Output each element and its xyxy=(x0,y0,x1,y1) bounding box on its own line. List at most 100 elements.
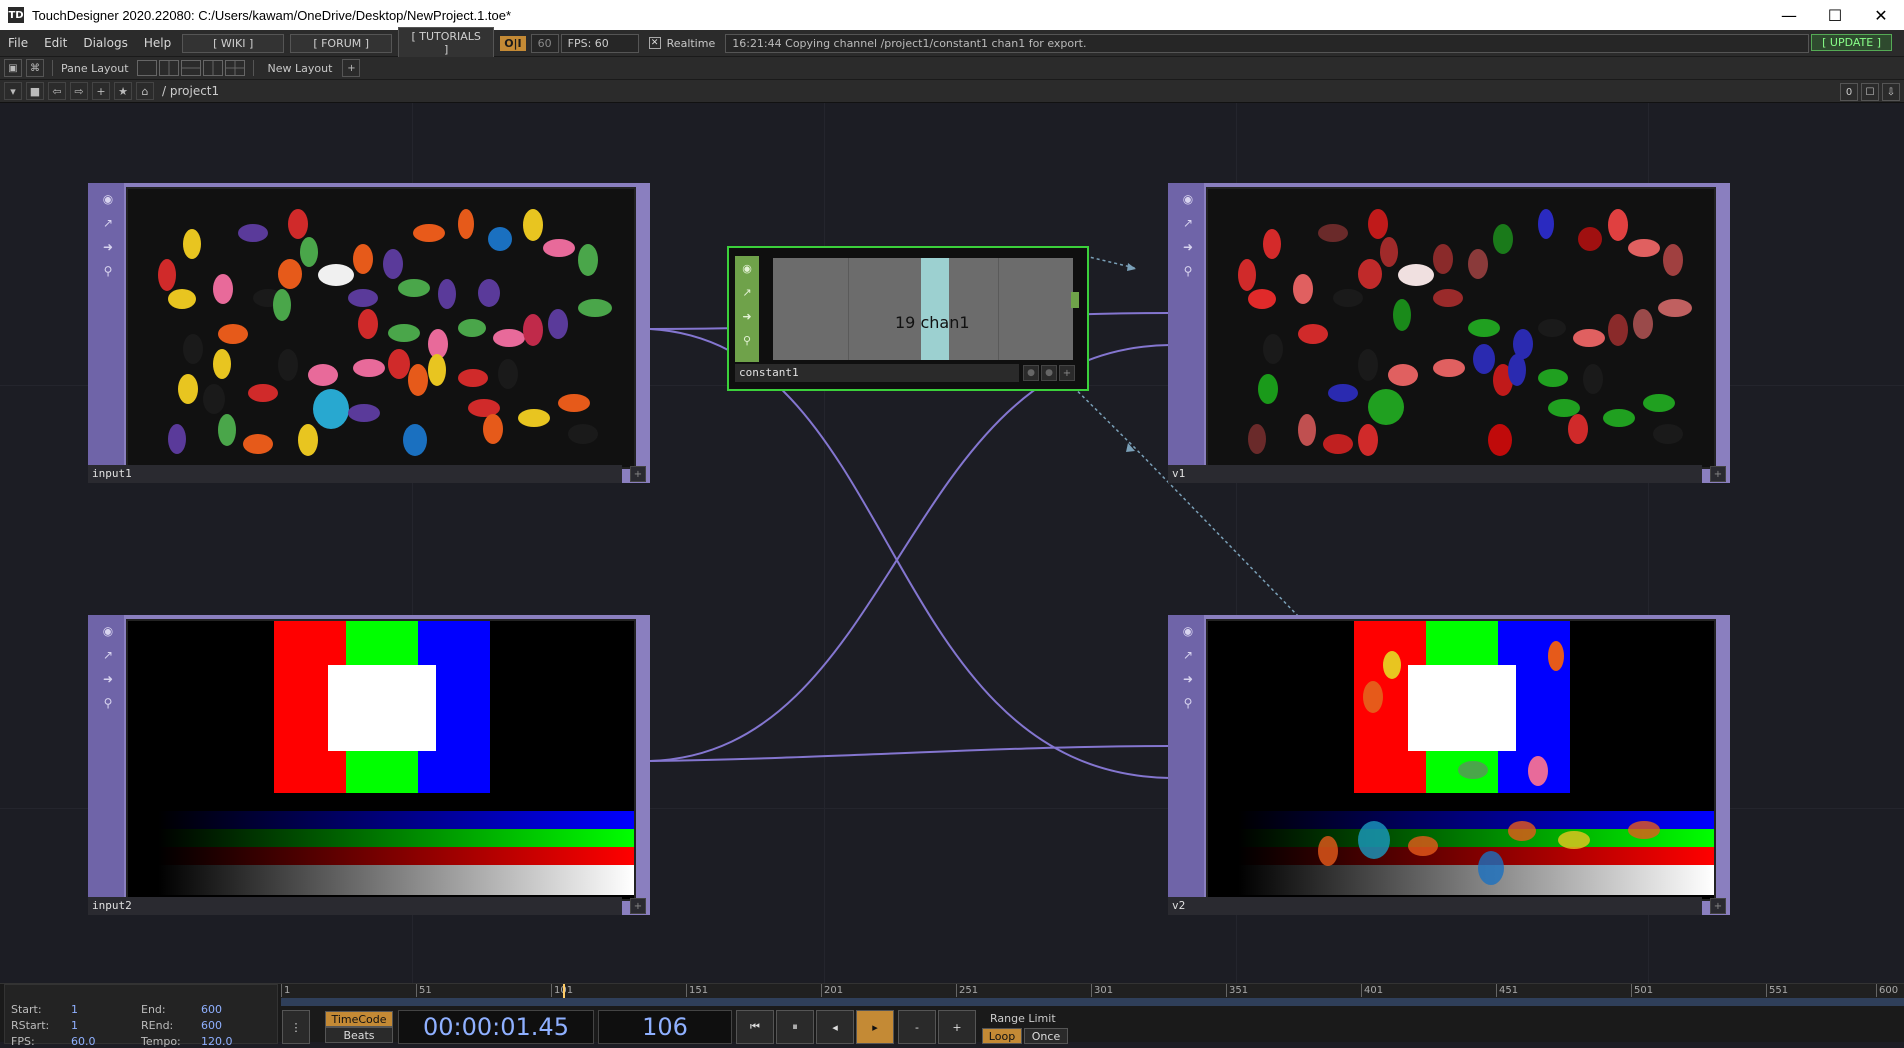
constant1-channel-viewer[interactable]: 19 chan1 xyxy=(773,258,1079,360)
graph-icon[interactable]: ↗ xyxy=(1180,215,1196,231)
frame-display[interactable]: 106 xyxy=(598,1010,732,1044)
step-minus-button[interactable]: - xyxy=(898,1010,936,1044)
menu-file[interactable]: File xyxy=(0,36,36,50)
menu-triangle-icon[interactable]: ▾ xyxy=(4,82,22,100)
oi-indicator[interactable]: O|I xyxy=(500,35,526,51)
graph-icon[interactable]: ↗ xyxy=(100,215,116,231)
node-label[interactable]: v1 xyxy=(1168,465,1702,483)
wire-input2-v1[interactable] xyxy=(649,344,1171,762)
add-icon[interactable]: + xyxy=(92,82,110,100)
node-label[interactable]: input1 xyxy=(88,465,622,483)
node-input1[interactable]: ◉ ↗ ➜ ⚲ input1 + xyxy=(88,183,650,483)
arrow-icon[interactable]: ➜ xyxy=(1180,239,1196,255)
fps-limit-field[interactable]: 60 xyxy=(530,33,559,53)
network-icon[interactable]: ⌘ xyxy=(26,59,44,77)
graph-icon[interactable]: ↗ xyxy=(739,284,755,300)
timeline-ruler[interactable]: 1 51 101 151 201 251 301 351 401 451 501… xyxy=(281,984,1904,998)
viewer-toggle-icon[interactable]: ◉ xyxy=(1180,191,1196,207)
node-add-icon[interactable]: + xyxy=(1710,466,1726,482)
viewer-toggle-icon[interactable]: ◉ xyxy=(100,191,116,207)
wire-input1-v2[interactable] xyxy=(649,328,1171,779)
viewer-toggle-icon[interactable]: ◉ xyxy=(739,260,755,276)
rend-value[interactable]: 600 xyxy=(201,1019,222,1032)
arrow-icon[interactable]: ➜ xyxy=(100,239,116,255)
pause-icon[interactable]: ⏸ xyxy=(776,1010,814,1044)
timeline-menu-button[interactable]: ⋮ xyxy=(282,1010,310,1044)
network-editor[interactable]: ◉ ↗ ➜ ⚲ input1 + ◉ ↗ ➜ ⚲ input2 + ◉ ↗ ➜ … xyxy=(0,103,1904,983)
rstart-value[interactable]: 1 xyxy=(71,1019,78,1032)
graph-icon[interactable]: ↗ xyxy=(1180,647,1196,663)
node-v1[interactable]: ◉ ↗ ➜ ⚲ v1 + xyxy=(1168,183,1730,483)
node-label[interactable]: constant1 xyxy=(735,364,1019,382)
play-icon[interactable]: ▸ xyxy=(856,1010,894,1044)
layout-split-horizontal-button[interactable] xyxy=(180,60,201,76)
arrow-icon[interactable]: ➜ xyxy=(100,671,116,687)
image-icon[interactable]: ▣ xyxy=(4,59,22,77)
star-icon[interactable]: ★ xyxy=(114,82,132,100)
node-label[interactable]: input2 xyxy=(88,897,622,915)
loop-toggle[interactable]: Loop xyxy=(982,1028,1022,1044)
add-layout-button[interactable]: + xyxy=(342,59,361,77)
node-label[interactable]: v2 xyxy=(1168,897,1702,915)
node-v2[interactable]: ◉ ↗ ➜ ⚲ v2 + xyxy=(1168,615,1730,915)
node-constant1[interactable]: ◉ ↗ ➜ ⚲ 19 chan1 constant1 ● ● + xyxy=(727,246,1089,391)
layout-split-vertical-button[interactable] xyxy=(158,60,179,76)
lock-icon[interactable]: ⚲ xyxy=(1180,695,1196,711)
node-add-icon[interactable]: + xyxy=(1710,898,1726,914)
arrow-icon[interactable]: ➜ xyxy=(739,308,755,324)
v2-viewer-composite[interactable] xyxy=(1206,619,1716,901)
node-flag-icon[interactable]: ● xyxy=(1023,365,1039,381)
stop-icon[interactable]: ■ xyxy=(26,82,44,100)
back-arrow-icon[interactable]: ⇦ xyxy=(48,82,66,100)
timecode-toggle[interactable]: TimeCode xyxy=(325,1011,393,1027)
playhead[interactable] xyxy=(563,984,565,998)
timecode-display[interactable]: 00:00:01.45 xyxy=(398,1010,594,1044)
v1-viewer-tinted-jellybeans[interactable] xyxy=(1206,187,1716,469)
lock-icon[interactable]: ⚲ xyxy=(739,332,755,348)
maximize-pane-icon[interactable]: ☐ xyxy=(1861,83,1879,101)
viewer-toggle-icon[interactable]: ◉ xyxy=(100,623,116,639)
node-input2[interactable]: ◉ ↗ ➜ ⚲ input2 + xyxy=(88,615,650,915)
home-icon[interactable]: ⌂ xyxy=(136,82,154,100)
tutorials-button[interactable]: [ TUTORIALS ] xyxy=(398,27,495,59)
minimize-button[interactable]: — xyxy=(1766,0,1812,30)
output-connector[interactable] xyxy=(1071,292,1079,308)
once-toggle[interactable]: Once xyxy=(1024,1028,1068,1044)
menu-dialogs[interactable]: Dialogs xyxy=(75,36,135,50)
layout-single-button[interactable] xyxy=(136,60,157,76)
tempo-value[interactable]: 120.0 xyxy=(201,1035,233,1048)
forward-arrow-icon[interactable]: ⇨ xyxy=(70,82,88,100)
node-flag-icon[interactable]: ● xyxy=(1041,365,1057,381)
layout-three-button[interactable] xyxy=(202,60,223,76)
wire-input2-v2[interactable] xyxy=(649,745,1171,762)
lock-icon[interactable]: ⚲ xyxy=(100,695,116,711)
step-back-icon[interactable]: ◂ xyxy=(816,1010,854,1044)
maximize-button[interactable]: ☐ xyxy=(1812,0,1858,30)
menu-edit[interactable]: Edit xyxy=(36,36,75,50)
start-value[interactable]: 1 xyxy=(71,1003,78,1016)
lock-icon[interactable]: ⚲ xyxy=(1180,263,1196,279)
step-plus-button[interactable]: + xyxy=(938,1010,976,1044)
realtime-checkbox[interactable]: ✕ xyxy=(648,37,661,49)
rewind-icon[interactable]: ⏮ xyxy=(736,1010,774,1044)
input1-viewer-jellybeans[interactable] xyxy=(126,187,636,469)
close-button[interactable]: ✕ xyxy=(1858,0,1904,30)
end-value[interactable]: 600 xyxy=(201,1003,222,1016)
wiki-button[interactable]: [ WIKI ] xyxy=(182,33,285,53)
graph-icon[interactable]: ↗ xyxy=(100,647,116,663)
input2-viewer-testpattern[interactable] xyxy=(126,619,636,901)
download-icon[interactable]: ⇩ xyxy=(1882,83,1900,101)
menu-help[interactable]: Help xyxy=(136,36,179,50)
node-add-icon[interactable]: + xyxy=(630,466,646,482)
network-path[interactable]: / project1 xyxy=(162,84,219,98)
node-add-icon[interactable]: + xyxy=(630,898,646,914)
layout-quad-button[interactable] xyxy=(224,60,245,76)
lock-icon[interactable]: ⚲ xyxy=(100,263,116,279)
arrow-icon[interactable]: ➜ xyxy=(1180,671,1196,687)
forum-button[interactable]: [ FORUM ] xyxy=(290,33,393,53)
node-add-icon[interactable]: + xyxy=(1059,365,1075,381)
update-button[interactable]: [ UPDATE ] xyxy=(1811,34,1892,51)
timeline-range-bar[interactable] xyxy=(281,998,1904,1006)
fps-value[interactable]: 60.0 xyxy=(71,1035,96,1048)
viewer-toggle-icon[interactable]: ◉ xyxy=(1180,623,1196,639)
